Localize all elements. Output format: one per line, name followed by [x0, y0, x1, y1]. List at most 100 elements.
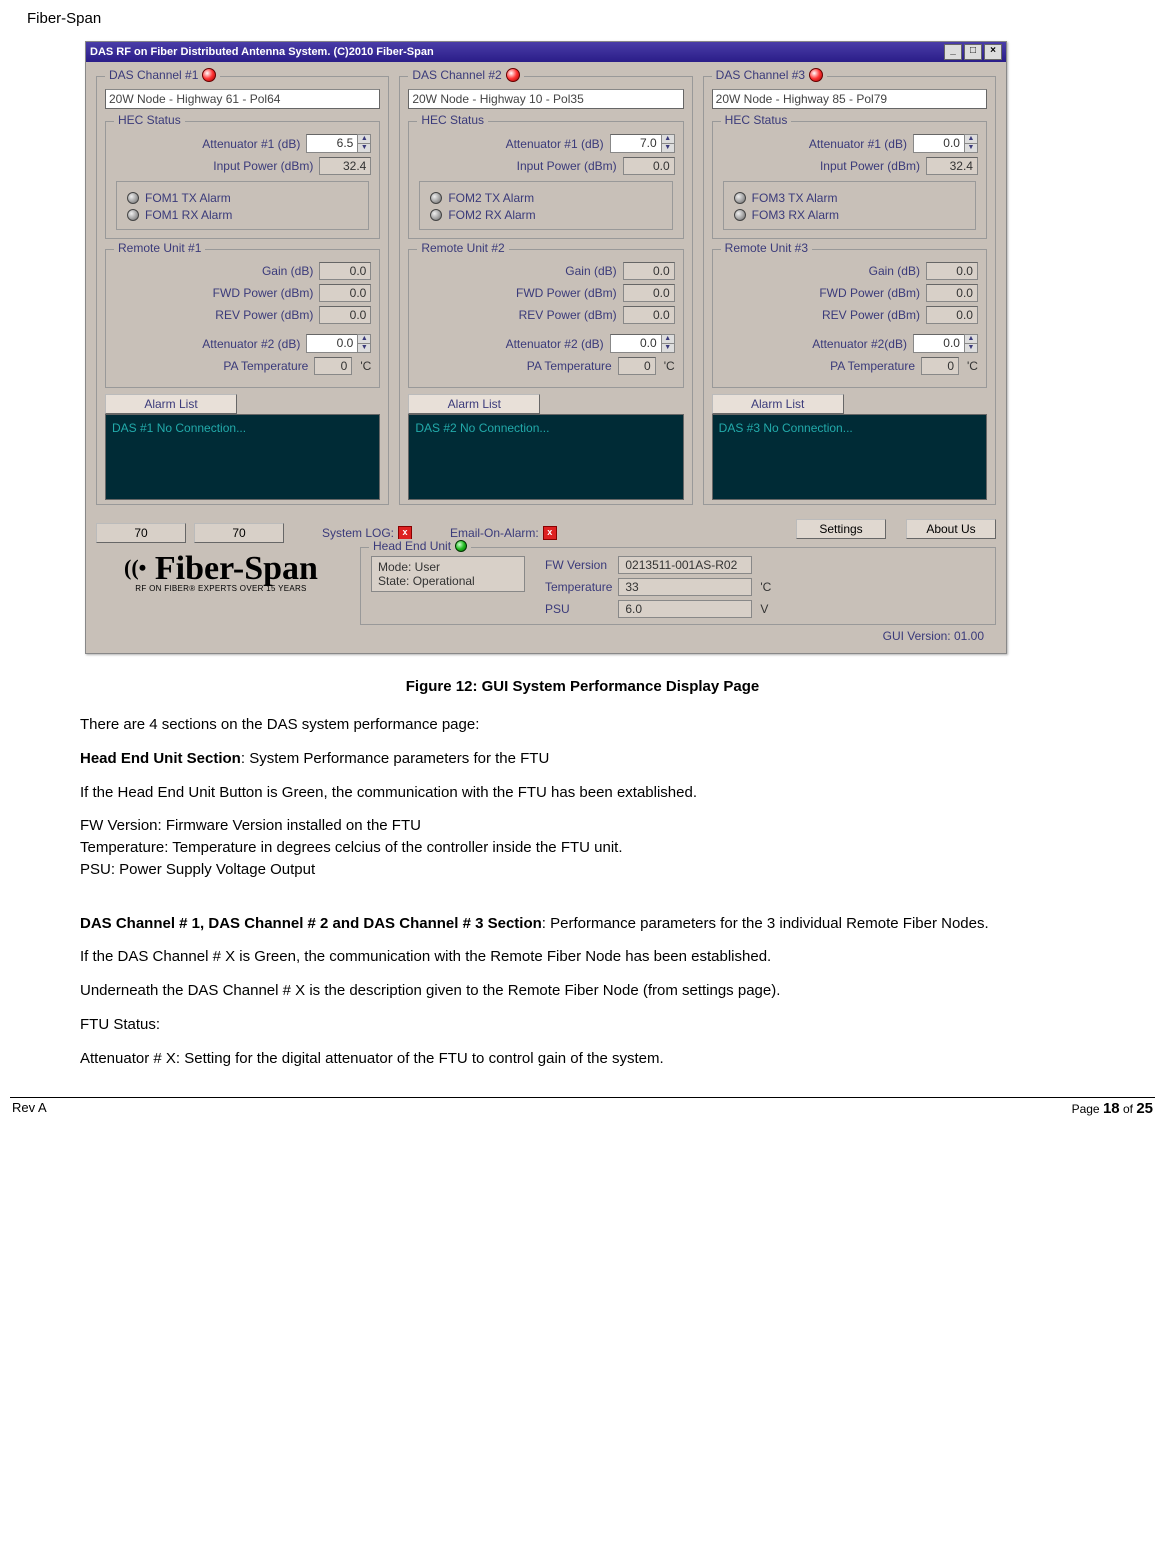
spin-down-icon[interactable]: ▼ — [662, 144, 674, 152]
fw-version-label: FW Version — [545, 558, 612, 572]
remote-unit-title: Remote Unit #3 — [725, 241, 808, 255]
body-p7: Underneath the DAS Channel # X is the de… — [80, 981, 1085, 1001]
attenuator1-value[interactable]: 7.0 — [610, 134, 661, 153]
footer-rev: Rev A — [12, 1100, 47, 1117]
input-power-label: Input Power (dBm) — [417, 159, 616, 173]
email-on-alarm-icon[interactable]: x — [543, 526, 557, 540]
psu-value: 6.0 — [618, 600, 752, 618]
rx-alarm-led — [127, 209, 139, 221]
attenuator2-label: Attenuator #2 (dB) — [417, 337, 603, 351]
body-p4b: Temperature: Temperature in degrees celc… — [80, 838, 1085, 858]
gain-value: 0.0 — [319, 262, 371, 280]
app-window: DAS RF on Fiber Distributed Antenna Syst… — [85, 41, 1007, 654]
attenuator2-label: Attenuator #2 (dB) — [114, 337, 300, 351]
meter-1[interactable]: 70 — [96, 523, 186, 543]
body-p2: Head End Unit Section: System Performanc… — [80, 749, 1085, 769]
input-power-label: Input Power (dBm) — [721, 159, 920, 173]
psu-unit: V — [760, 602, 771, 616]
channel-status-led — [202, 68, 216, 82]
meter-2[interactable]: 70 — [194, 523, 284, 543]
psu-label: PSU — [545, 602, 612, 616]
alarm-list-box: DAS #2 No Connection... — [408, 414, 683, 500]
pa-temp-value: 0 — [314, 357, 352, 375]
minimize-icon[interactable]: _ — [944, 44, 962, 60]
fwd-power-value: 0.0 — [319, 284, 371, 302]
body-p8: FTU Status: — [80, 1015, 1085, 1035]
channel-description-input[interactable] — [105, 89, 380, 109]
alarm-list-button[interactable]: Alarm List — [712, 394, 844, 414]
rev-power-label: REV Power (dBm) — [417, 308, 616, 322]
attenuator1-value[interactable]: 0.0 — [913, 134, 964, 153]
das-channel-title: DAS Channel #1 — [109, 68, 198, 82]
fw-version-value: 0213511-001AS-R02 — [618, 556, 752, 574]
rx-alarm-label: FOM3 RX Alarm — [752, 208, 839, 222]
alarm-list-button[interactable]: Alarm List — [408, 394, 540, 414]
heu-temp-unit: 'C — [760, 580, 771, 594]
input-power-value: 0.0 — [623, 157, 675, 175]
heu-mode-line: Mode: User — [378, 560, 518, 574]
pa-temp-unit: 'C — [967, 359, 978, 373]
spin-up-icon[interactable]: ▲ — [358, 335, 370, 344]
alarm-list-button[interactable]: Alarm List — [105, 394, 237, 414]
input-power-value: 32.4 — [926, 157, 978, 175]
rev-power-value: 0.0 — [926, 306, 978, 324]
email-on-alarm-label: Email-On-Alarm: — [450, 526, 539, 540]
tx-alarm-led — [127, 192, 139, 204]
spin-up-icon[interactable]: ▲ — [965, 335, 977, 344]
hec-status-title: HEC Status — [725, 113, 788, 127]
spin-down-icon[interactable]: ▼ — [662, 344, 674, 352]
close-icon[interactable]: × — [984, 44, 1002, 60]
input-power-label: Input Power (dBm) — [114, 159, 313, 173]
spin-up-icon[interactable]: ▲ — [358, 135, 370, 144]
heu-temp-value: 33 — [618, 578, 752, 596]
attenuator2-value[interactable]: 0.0 — [306, 334, 357, 353]
remote-unit-title: Remote Unit #1 — [118, 241, 201, 255]
gain-value: 0.0 — [623, 262, 675, 280]
pa-temp-label: PA Temperature — [721, 359, 915, 373]
body-p1: There are 4 sections on the DAS system p… — [80, 715, 1085, 735]
system-log-label: System LOG: — [322, 526, 394, 540]
attenuator2-value[interactable]: 0.0 — [610, 334, 661, 353]
spin-down-icon[interactable]: ▼ — [965, 344, 977, 352]
pa-temp-label: PA Temperature — [417, 359, 611, 373]
spin-down-icon[interactable]: ▼ — [358, 144, 370, 152]
pa-temp-label: PA Temperature — [114, 359, 308, 373]
head-end-unit-title: Head End Unit — [373, 539, 451, 553]
spin-down-icon[interactable]: ▼ — [965, 144, 977, 152]
spin-up-icon[interactable]: ▲ — [662, 135, 674, 144]
channel-description-input[interactable] — [408, 89, 683, 109]
spin-up-icon[interactable]: ▲ — [965, 135, 977, 144]
body-p6: If the DAS Channel # X is Green, the com… — [80, 947, 1085, 967]
spin-down-icon[interactable]: ▼ — [358, 344, 370, 352]
hec-status-title: HEC Status — [421, 113, 484, 127]
remote-unit-title: Remote Unit #2 — [421, 241, 504, 255]
attenuator2-value[interactable]: 0.0 — [913, 334, 964, 353]
titlebar-title: DAS RF on Fiber Distributed Antenna Syst… — [90, 46, 434, 58]
attenuator1-label: Attenuator #1 (dB) — [721, 137, 907, 151]
attenuator1-value[interactable]: 6.5 — [306, 134, 357, 153]
channel-description-input[interactable] — [712, 89, 987, 109]
body-p9: Attenuator # X: Setting for the digital … — [80, 1049, 1085, 1069]
pa-temp-unit: 'C — [664, 359, 675, 373]
pa-temp-value: 0 — [618, 357, 656, 375]
figure-caption: Figure 12: GUI System Performance Displa… — [25, 678, 1140, 695]
channel-status-led — [506, 68, 520, 82]
gui-version-label: GUI Version: 01.00 — [96, 625, 996, 649]
rx-alarm-label: FOM2 RX Alarm — [448, 208, 535, 222]
maximize-icon[interactable]: □ — [964, 44, 982, 60]
heu-temp-label: Temperature — [545, 580, 612, 594]
alarm-list-box: DAS #3 No Connection... — [712, 414, 987, 500]
about-us-button[interactable]: About Us — [906, 519, 996, 539]
logo: ((• Fiber-Span — [96, 553, 346, 584]
fwd-power-label: FWD Power (dBm) — [417, 286, 616, 300]
body-p4a: FW Version: Firmware Version installed o… — [80, 816, 1085, 836]
tx-alarm-label: FOM2 TX Alarm — [448, 191, 534, 205]
gain-value: 0.0 — [926, 262, 978, 280]
system-log-icon[interactable]: x — [398, 526, 412, 540]
spin-up-icon[interactable]: ▲ — [662, 335, 674, 344]
rev-power-value: 0.0 — [623, 306, 675, 324]
body-p3: If the Head End Unit Button is Green, th… — [80, 783, 1085, 803]
settings-button[interactable]: Settings — [796, 519, 886, 539]
tx-alarm-label: FOM3 TX Alarm — [752, 191, 838, 205]
document-header: Fiber-Span — [27, 10, 1140, 27]
